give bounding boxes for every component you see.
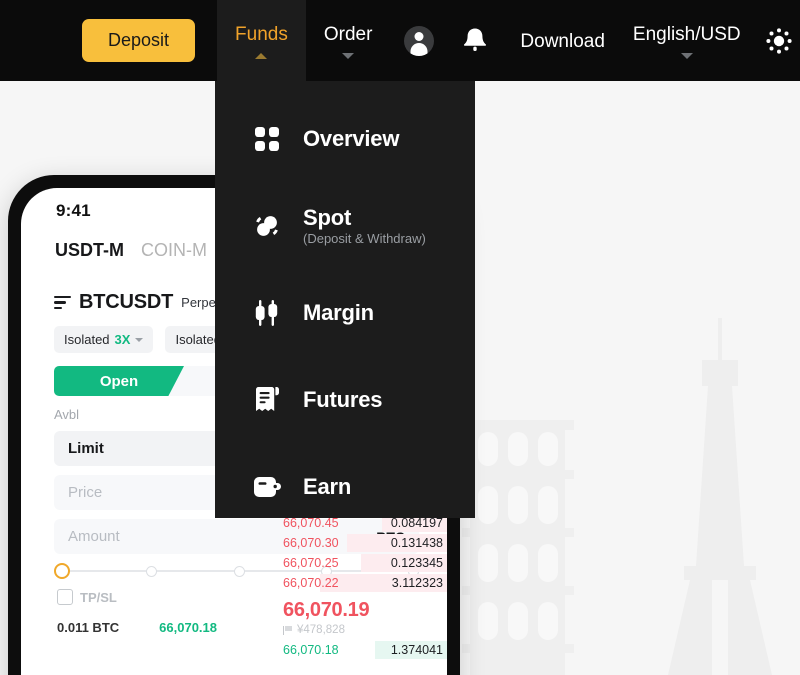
slider-stop-50[interactable] — [233, 565, 245, 577]
last-price-fiat: ¥478,828 — [297, 624, 345, 636]
nav-item-funds[interactable]: Funds — [217, 0, 306, 81]
order-book-last-price: 66,070.19 ¥478,828 — [275, 593, 447, 636]
deposit-button[interactable]: Deposit — [82, 19, 196, 62]
colosseum-silhouette — [462, 420, 574, 675]
theme-toggle-button[interactable] — [751, 0, 800, 81]
chip-mode-1: Isolated — [64, 332, 110, 347]
last-price-value: 66,070.19 — [283, 599, 370, 621]
menu-item-label: Overview — [303, 125, 400, 151]
tab-usdt-m[interactable]: USDT-M — [55, 240, 124, 261]
nav-item-language-currency[interactable]: English/USD — [623, 0, 751, 81]
nav-item-label: Download — [520, 31, 605, 52]
menu-item-label: Margin — [303, 299, 374, 325]
symbol-name: BTCUSDT — [79, 291, 174, 313]
bottom-amount: 0.011 BTC — [57, 620, 120, 635]
menu-item-earn[interactable]: Earn — [215, 443, 475, 530]
status-time: 9:41 — [56, 201, 91, 220]
amount-placeholder: Amount — [68, 528, 120, 545]
order-book-bid-row[interactable]: 66,070.18 1.374041 — [275, 640, 447, 660]
list-bars-icon — [54, 295, 71, 310]
slider-stop-25[interactable] — [146, 565, 158, 577]
order-book-ask-row[interactable]: 66,070.25 0.123345 — [275, 553, 447, 573]
ask-price: 66,070.22 — [283, 576, 339, 590]
notification-bell-icon — [464, 28, 487, 51]
nav-item-download[interactable]: Download — [502, 0, 623, 81]
sun-icon — [766, 27, 792, 54]
order-book-ask-row[interactable]: 66,070.30 0.131438 — [275, 533, 447, 553]
menu-item-label: Earn — [303, 473, 352, 499]
top-navigation-bar: Deposit Funds Order Download English/USD — [0, 0, 800, 81]
notifications-button[interactable] — [448, 0, 502, 81]
bottom-price: 66,070.18 — [159, 620, 217, 635]
slider-handle[interactable] — [54, 563, 70, 579]
chip-leverage-1: 3X — [114, 332, 131, 347]
open-tab-button[interactable]: Open — [54, 366, 184, 396]
menu-item-label: Futures — [303, 386, 383, 412]
tpsl-checkbox[interactable] — [57, 589, 73, 605]
chevron-down-icon — [342, 52, 355, 59]
ask-price: 66,070.30 — [283, 536, 339, 550]
price-placeholder: Price — [68, 484, 103, 501]
nav-item-label: Funds — [235, 23, 288, 45]
page-background: 9:41 USDT-M COIN-M G BTCUSDT Perpetual — [0, 0, 800, 675]
nav-item-label: English/USD — [632, 23, 741, 45]
eiffel-tower-silhouette — [668, 318, 772, 675]
chevron-down-icon[interactable] — [135, 337, 144, 342]
user-avatar-icon — [404, 25, 435, 56]
grid-overview-icon — [253, 125, 281, 153]
tpsl-label: TP/SL — [80, 589, 117, 605]
chevron-down-icon — [680, 52, 693, 59]
funds-dropdown-menu: Overview Spot (Deposit & Withdraw) Margi… — [215, 81, 475, 518]
order-book-ask-row[interactable]: 66,070.22 3.112323 — [275, 573, 447, 593]
nav-items-container: Deposit Funds Order Download English/USD — [0, 0, 800, 81]
flag-icon — [283, 625, 293, 635]
margin-chip-1[interactable]: Isolated 3X — [54, 326, 154, 353]
account-button[interactable] — [390, 0, 448, 81]
wallet-earn-icon — [253, 473, 281, 501]
coins-spot-icon — [253, 212, 281, 240]
ask-price: 66,070.25 — [283, 556, 339, 570]
order-type-value: Limit — [68, 440, 104, 457]
candlestick-margin-icon — [253, 299, 281, 327]
bid-qty: 1.374041 — [390, 643, 443, 657]
last-price-fiat-row: ¥478,828 — [283, 624, 447, 636]
tab-coin-m[interactable]: COIN-M — [141, 240, 207, 261]
ask-qty: 0.131438 — [390, 536, 443, 550]
nav-item-order[interactable]: Order — [306, 0, 391, 81]
menu-item-margin[interactable]: Margin — [215, 269, 475, 356]
menu-item-spot[interactable]: Spot (Deposit & Withdraw) — [215, 182, 475, 269]
receipt-futures-icon — [253, 386, 281, 414]
nav-item-label: Order — [323, 23, 373, 45]
chevron-up-icon — [255, 52, 268, 59]
menu-item-futures[interactable]: Futures — [215, 356, 475, 443]
menu-item-overview[interactable]: Overview — [215, 95, 475, 182]
available-label: Avbl — [54, 407, 80, 422]
menu-item-subtitle: (Deposit & Withdraw) — [303, 230, 426, 246]
bid-price: 66,070.18 — [283, 643, 339, 657]
ask-qty: 0.123345 — [390, 556, 443, 570]
ask-qty: 3.112323 — [391, 576, 443, 590]
order-book: 66,070.45 0.084197 66,070.30 0.131438 66… — [275, 513, 447, 660]
menu-item-label: Spot — [303, 204, 352, 230]
